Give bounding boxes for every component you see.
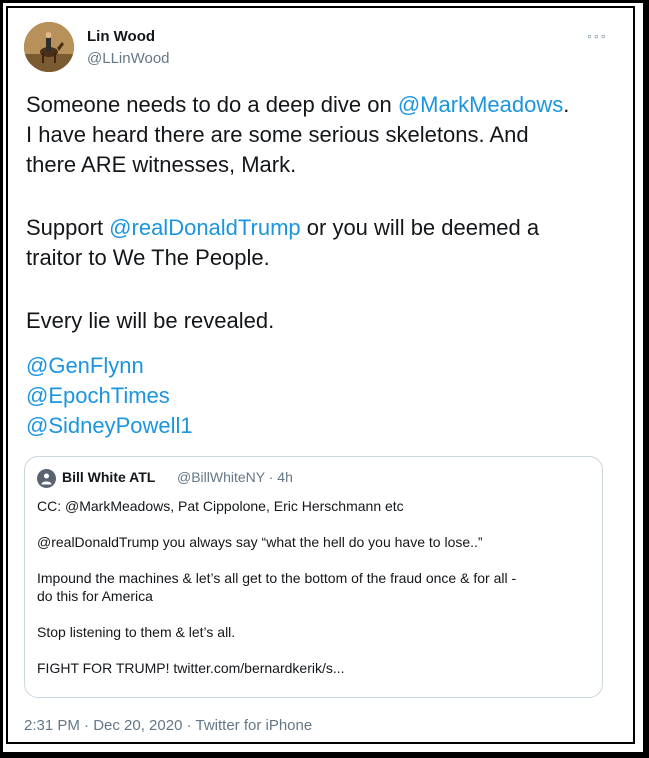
- quoted-line: FIGHT FOR TRUMP! twitter.com/bernardkeri…: [37, 660, 345, 676]
- tweet-line: I have heard there are some serious skel…: [26, 122, 529, 147]
- more-options-icon[interactable]: ∘∘∘: [586, 30, 607, 43]
- mention-link[interactable]: @MarkMeadows: [398, 92, 563, 117]
- tweet-line: there ARE witnesses, Mark.: [26, 152, 297, 177]
- author-name[interactable]: Lin Wood: [87, 28, 155, 45]
- tweet-text: Someone needs to do a deep dive on @Mark…: [26, 90, 616, 441]
- quoted-line: Impound the machines & let’s all get to …: [37, 570, 517, 586]
- quoted-line: @realDonaldTrump you always say “what th…: [37, 534, 483, 550]
- quoted-line: CC: @MarkMeadows, Pat Cippolone, Eric He…: [37, 498, 404, 514]
- profile-photo-icon: [24, 22, 74, 72]
- author-handle[interactable]: @LLinWood: [87, 50, 170, 67]
- silhouette-icon: [41, 473, 52, 485]
- quoted-author-avatar[interactable]: [37, 469, 56, 488]
- tweet-timestamp[interactable]: 2:31 PM · Dec 20, 2020 · Twitter for iPh…: [24, 717, 312, 734]
- quoted-tweet-card[interactable]: Bill White ATL @BillWhiteNY · 4h CC: @Ma…: [24, 456, 603, 698]
- mention-link[interactable]: @SidneyPowell1: [26, 411, 616, 441]
- tweet-line: traitor to We The People.: [26, 245, 270, 270]
- tweet-text-segment: .: [563, 92, 570, 117]
- tweet-text-segment: Support: [26, 215, 110, 240]
- tweet-text-segment: or you will be deemed a: [300, 215, 540, 240]
- quoted-author-meta[interactable]: @BillWhiteNY · 4h: [177, 469, 293, 485]
- tweet-line: Every lie will be revealed.: [26, 308, 275, 333]
- quoted-line: do this for America: [37, 588, 153, 604]
- inner-frame: Lin Wood @LLinWood ∘∘∘ Someone needs to …: [6, 6, 635, 744]
- mention-link[interactable]: @realDonaldTrump: [109, 215, 300, 240]
- author-avatar[interactable]: [24, 22, 74, 72]
- quoted-line: Stop listening to them & let’s all.: [37, 624, 236, 640]
- quoted-tweet-text: CC: @MarkMeadows, Pat Cippolone, Eric He…: [37, 497, 592, 677]
- tweet-line: Someone needs to do a deep dive on @Mark…: [26, 90, 616, 120]
- mention-link[interactable]: @GenFlynn: [26, 351, 616, 381]
- tweet-text-segment: Someone needs to do a deep dive on: [26, 92, 398, 117]
- tweet-line: Support @realDonaldTrump or you will be …: [26, 213, 616, 243]
- quoted-author-name[interactable]: Bill White ATL: [62, 469, 155, 485]
- mention-link[interactable]: @EpochTimes: [26, 381, 616, 411]
